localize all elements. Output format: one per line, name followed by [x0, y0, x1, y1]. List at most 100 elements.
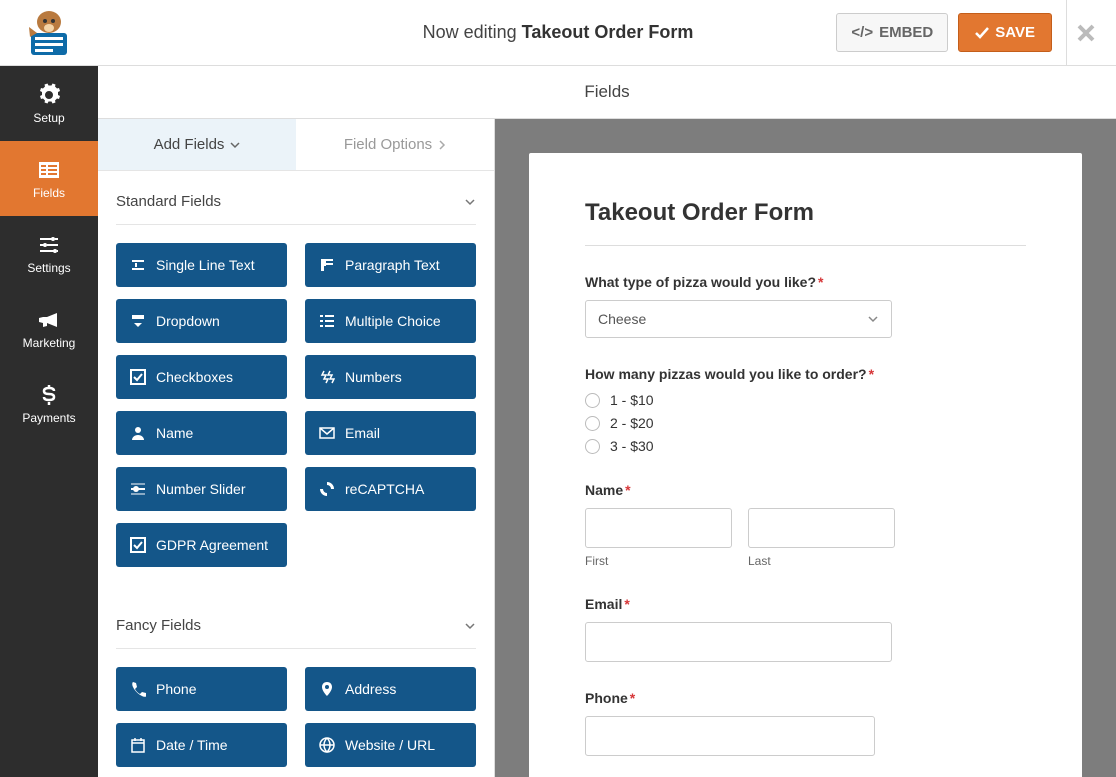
field-label: Paragraph Text — [345, 257, 440, 273]
nav-settings[interactable]: Settings — [0, 216, 98, 291]
field-type-address[interactable]: Address — [305, 667, 476, 711]
field-type-single-line-text[interactable]: Single Line Text — [116, 243, 287, 287]
nav-payments[interactable]: Payments — [0, 366, 98, 441]
website-url-icon — [319, 737, 335, 753]
form-icon — [37, 158, 61, 182]
nav-payments-label: Payments — [22, 411, 75, 425]
last-name-input[interactable] — [748, 508, 895, 548]
dropdown-input[interactable]: Cheese — [585, 300, 892, 338]
dollar-icon — [37, 383, 61, 407]
field-label: Date / Time — [156, 737, 228, 753]
tab-add-label: Add Fields — [154, 136, 225, 153]
chevron-down-icon — [464, 196, 476, 208]
field-type-email[interactable]: Email — [305, 411, 476, 455]
field-label: Checkboxes — [156, 369, 233, 385]
field-type-name[interactable]: Name — [116, 411, 287, 455]
nav-fields[interactable]: Fields — [0, 141, 98, 216]
tab-add-fields[interactable]: Add Fields — [98, 119, 296, 170]
field-type-phone[interactable]: Phone — [116, 667, 287, 711]
sliders-icon — [37, 233, 61, 257]
save-label: SAVE — [995, 24, 1035, 41]
save-button[interactable]: SAVE — [958, 13, 1052, 52]
gdpr-agreement-icon — [130, 537, 146, 553]
required-indicator: * — [818, 274, 823, 290]
last-sublabel: Last — [748, 554, 895, 568]
field-type-dropdown[interactable]: Dropdown — [116, 299, 287, 343]
tab-row: Add Fields Field Options — [98, 119, 494, 171]
fields-panel: Fields Add Fields Field Options Standard… — [98, 66, 495, 777]
field-label: Single Line Text — [156, 257, 255, 273]
nav-marketing[interactable]: Marketing — [0, 291, 98, 366]
field-label: Multiple Choice — [345, 313, 441, 329]
first-sublabel: First — [585, 554, 732, 568]
phone-label: Phone — [585, 690, 628, 706]
field-type-checkboxes[interactable]: Checkboxes — [116, 355, 287, 399]
dropdown-value: Cheese — [598, 311, 646, 327]
nav-fields-label: Fields — [33, 186, 65, 200]
close-button[interactable] — [1066, 0, 1104, 66]
tab-field-options[interactable]: Field Options — [296, 119, 494, 170]
nav-setup[interactable]: Setup — [0, 66, 98, 141]
field-label: reCAPTCHA — [345, 481, 424, 497]
required-indicator: * — [625, 482, 630, 498]
field-type-date-time[interactable]: Date / Time — [116, 723, 287, 767]
form-canvas[interactable]: Takeout Order Form What type of pizza wo… — [529, 153, 1082, 777]
bullhorn-icon — [37, 308, 61, 332]
preview-field-phone[interactable]: Phone* — [585, 690, 1026, 756]
panel-title: Fields — [98, 66, 1116, 119]
preview-field-pizza-count[interactable]: How many pizzas would you like to order?… — [585, 366, 1026, 454]
embed-button[interactable]: </> EMBED — [836, 13, 948, 52]
form-title: Takeout Order Form — [585, 199, 1026, 246]
field-type-paragraph-text[interactable]: Paragraph Text — [305, 243, 476, 287]
chevron-down-icon — [464, 620, 476, 632]
email-icon — [319, 425, 335, 441]
field-type-numbers[interactable]: Numbers — [305, 355, 476, 399]
field-type-number-slider[interactable]: Number Slider — [116, 467, 287, 511]
single-line-text-icon — [130, 257, 146, 273]
first-name-input[interactable] — [585, 508, 732, 548]
close-icon — [1077, 24, 1095, 42]
name-label: Name — [585, 482, 623, 498]
editing-formname: Takeout Order Form — [522, 22, 694, 42]
radio-icon — [585, 439, 600, 454]
phone-input[interactable] — [585, 716, 875, 756]
multiple-choice-icon — [319, 313, 335, 329]
radio-option[interactable]: 3 - $30 — [585, 438, 1026, 454]
number-slider-icon — [130, 481, 146, 497]
editing-label: Now editing Takeout Order Form — [423, 22, 694, 43]
preview-area: Takeout Order Form What type of pizza wo… — [495, 119, 1116, 777]
check-icon — [975, 26, 989, 40]
field-label: Name — [156, 425, 193, 441]
fancy-fields-header[interactable]: Fancy Fields — [116, 595, 476, 649]
dropdown-icon — [130, 313, 146, 329]
tab-options-label: Field Options — [344, 136, 432, 153]
left-nav: Setup Fields Settings Marketing Payments — [0, 66, 98, 777]
required-indicator: * — [869, 366, 874, 382]
radio-option[interactable]: 1 - $10 — [585, 392, 1026, 408]
field-label: Number Slider — [156, 481, 245, 497]
field-type-recaptcha[interactable]: reCAPTCHA — [305, 467, 476, 511]
editing-prefix: Now editing — [423, 22, 522, 42]
email-input[interactable] — [585, 622, 892, 662]
code-icon: </> — [851, 24, 873, 41]
nav-settings-label: Settings — [27, 261, 70, 275]
standard-fields-header[interactable]: Standard Fields — [116, 171, 476, 225]
topbar: Now editing Takeout Order Form </> EMBED… — [0, 0, 1116, 66]
address-icon — [319, 681, 335, 697]
radio-label: 1 - $10 — [610, 392, 654, 408]
preview-field-email[interactable]: Email* — [585, 596, 1026, 662]
nav-setup-label: Setup — [33, 111, 64, 125]
q2-label: How many pizzas would you like to order? — [585, 366, 867, 382]
recaptcha-icon — [319, 481, 335, 497]
radio-option[interactable]: 2 - $20 — [585, 415, 1026, 431]
preview-field-pizza-type[interactable]: What type of pizza would you like?* Chee… — [585, 274, 1026, 338]
preview-field-name[interactable]: Name* First Last — [585, 482, 1026, 568]
field-type-website-url[interactable]: Website / URL — [305, 723, 476, 767]
required-indicator: * — [630, 690, 635, 706]
required-indicator: * — [624, 596, 629, 612]
field-type-gdpr-agreement[interactable]: GDPR Agreement — [116, 523, 287, 567]
field-type-multiple-choice[interactable]: Multiple Choice — [305, 299, 476, 343]
paragraph-text-icon — [319, 257, 335, 273]
radio-icon — [585, 393, 600, 408]
fancy-fields-label: Fancy Fields — [116, 617, 201, 634]
